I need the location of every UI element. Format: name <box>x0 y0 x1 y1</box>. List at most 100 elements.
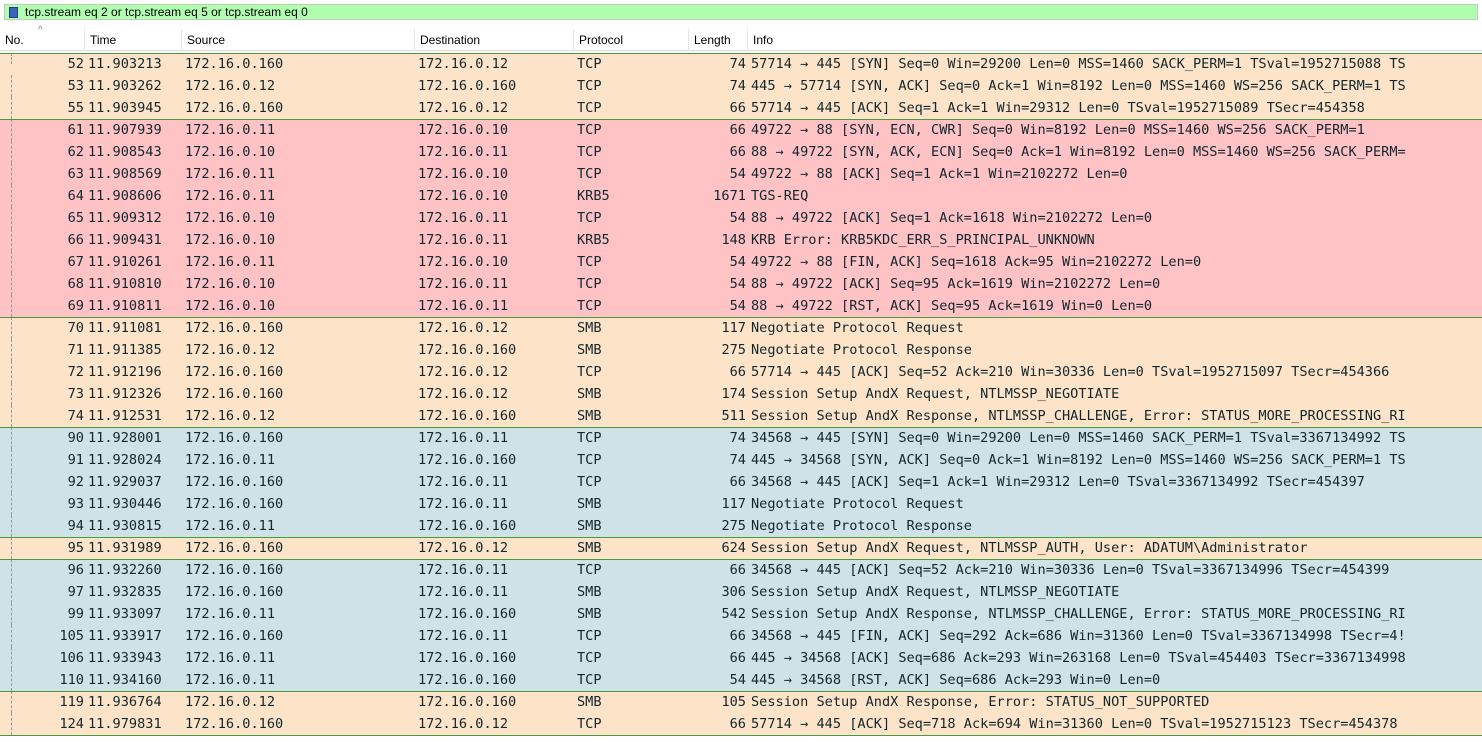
packet-number: 93 <box>67 496 84 512</box>
packet-info: Negotiate Protocol Response <box>751 342 972 358</box>
packet-protocol: TCP <box>577 210 602 226</box>
packet-protocol: TCP <box>577 276 602 292</box>
packet-row[interactable]: 110 11.934160 172.16.0.11 172.16.0.160 TCP 54… <box>0 669 1482 691</box>
packet-length: 1671 <box>713 188 746 204</box>
packet-protocol: KRB5 <box>577 188 610 204</box>
packet-row[interactable]: 90 11.928001 172.16.0.160 172.16.0.11 TCP 74 3… <box>0 427 1482 449</box>
column-header-no[interactable]: No. ^ <box>0 26 84 51</box>
packet-source: 172.16.0.12 <box>185 694 276 710</box>
column-header-destination-label: Destination <box>420 33 481 47</box>
packet-row[interactable]: 53 11.903262 172.16.0.12 172.16.0.160 TCP 74 4… <box>0 75 1482 97</box>
packet-length: 66 <box>729 562 746 578</box>
row-group-separator <box>0 691 1482 692</box>
packet-row[interactable]: 105 11.933917 172.16.0.160 172.16.0.11 TCP 66… <box>0 625 1482 647</box>
packet-number: 62 <box>67 144 84 160</box>
packet-source: 172.16.0.11 <box>185 188 276 204</box>
packet-protocol: TCP <box>577 364 602 380</box>
packet-row[interactable]: 97 11.932835 172.16.0.160 172.16.0.11 SMB 306… <box>0 581 1482 603</box>
display-filter-input[interactable]: tcp.stream eq 2 or tcp.stream eq 5 or tc… <box>4 4 1478 20</box>
packet-info: 445 → 34568 [ACK] Seq=686 Ack=293 Win=26… <box>751 650 1406 666</box>
packet-info: Session Setup AndX Response, Error: STAT… <box>751 694 1210 710</box>
packet-row[interactable]: 99 11.933097 172.16.0.11 172.16.0.160 SMB 542… <box>0 603 1482 625</box>
packet-protocol: TCP <box>577 254 602 270</box>
packet-row[interactable]: 52 11.903213 172.16.0.160 172.16.0.12 TCP 74 5… <box>0 53 1482 75</box>
packet-protocol: TCP <box>577 166 602 182</box>
packet-source: 172.16.0.160 <box>185 540 284 556</box>
packet-number: 65 <box>67 210 84 226</box>
packet-row[interactable]: 63 11.908569 172.16.0.11 172.16.0.10 TCP 54 49… <box>0 163 1482 185</box>
packet-length: 117 <box>721 496 746 512</box>
packet-row[interactable]: 96 11.932260 172.16.0.160 172.16.0.11 TCP 66 3… <box>0 559 1482 581</box>
packet-row[interactable]: 61 11.907939 172.16.0.11 172.16.0.10 TCP 66 49… <box>0 119 1482 141</box>
packet-destination: 172.16.0.12 <box>418 386 509 402</box>
packet-row[interactable]: 71 11.911385 172.16.0.12 172.16.0.160 SMB 275… <box>0 339 1482 361</box>
packet-protocol: TCP <box>577 672 602 688</box>
packet-time: 11.912196 <box>88 364 162 380</box>
packet-destination: 172.16.0.11 <box>418 496 509 512</box>
packet-time: 11.912326 <box>88 386 162 402</box>
packet-row[interactable]: 124 11.979831 172.16.0.160 172.16.0.12 TCP 66… <box>0 713 1482 735</box>
packet-length: 117 <box>721 320 746 336</box>
packet-number: 119 <box>59 694 84 710</box>
packet-source: 172.16.0.160 <box>185 100 284 116</box>
packet-number: 67 <box>67 254 84 270</box>
packet-source: 172.16.0.160 <box>185 56 284 72</box>
packet-protocol: TCP <box>577 650 602 666</box>
packet-destination: 172.16.0.12 <box>418 320 509 336</box>
packet-row[interactable]: 73 11.912326 172.16.0.160 172.16.0.12 SMB 174… <box>0 383 1482 405</box>
packet-number: 70 <box>67 320 84 336</box>
packet-row[interactable]: 92 11.929037 172.16.0.160 172.16.0.11 TCP 66 3… <box>0 471 1482 493</box>
packet-info: Session Setup AndX Response, NTLMSSP_CHA… <box>751 606 1406 622</box>
packet-time: 11.909312 <box>88 210 162 226</box>
packet-info: Negotiate Protocol Request <box>751 320 964 336</box>
packet-row[interactable]: 65 11.909312 172.16.0.10 172.16.0.11 TCP 54 88… <box>0 207 1482 229</box>
column-header-destination[interactable]: Destination <box>414 29 573 51</box>
packet-length: 275 <box>721 342 746 358</box>
packet-info: 88 → 49722 [RST, ACK] Seq=95 Ack=1619 Wi… <box>751 298 1153 314</box>
packet-source: 172.16.0.11 <box>185 518 276 534</box>
packet-row[interactable]: 68 11.910810 172.16.0.10 172.16.0.11 TCP 54 88… <box>0 273 1482 295</box>
packet-row[interactable]: 94 11.930815 172.16.0.11 172.16.0.160 SMB 275… <box>0 515 1482 537</box>
column-header-info[interactable]: Info <box>747 29 1482 51</box>
packet-length: 66 <box>729 716 746 732</box>
packet-time: 11.934160 <box>88 672 162 688</box>
packet-protocol: TCP <box>577 56 602 72</box>
packet-row[interactable]: 74 11.912531 172.16.0.12 172.16.0.160 SMB 511… <box>0 405 1482 427</box>
packet-source: 172.16.0.12 <box>185 342 276 358</box>
packet-protocol: SMB <box>577 408 602 424</box>
packet-number: 72 <box>67 364 84 380</box>
packet-row[interactable]: 69 11.910811 172.16.0.10 172.16.0.11 TCP 54 88… <box>0 295 1482 317</box>
packet-row[interactable]: 67 11.910261 172.16.0.11 172.16.0.10 TCP 54 49… <box>0 251 1482 273</box>
column-header-length[interactable]: Length <box>688 29 747 51</box>
packet-row[interactable]: 106 11.933943 172.16.0.11 172.16.0.160 TCP 66… <box>0 647 1482 669</box>
packet-source: 172.16.0.160 <box>185 562 284 578</box>
packet-info: 57714 → 445 [SYN] Seq=0 Win=29200 Len=0 … <box>751 56 1406 72</box>
column-header-info-label: Info <box>753 33 774 47</box>
column-header-protocol[interactable]: Protocol <box>573 29 688 51</box>
bookmark-icon[interactable] <box>9 7 18 18</box>
packet-length: 54 <box>729 276 746 292</box>
column-header-time[interactable]: Time <box>84 29 181 51</box>
packet-length: 105 <box>721 694 746 710</box>
packet-row[interactable]: 66 11.909431 172.16.0.10 172.16.0.11 KRB5 148… <box>0 229 1482 251</box>
packet-row[interactable]: 70 11.911081 172.16.0.160 172.16.0.12 SMB 117… <box>0 317 1482 339</box>
packet-row[interactable]: 119 11.936764 172.16.0.12 172.16.0.160 SMB 10… <box>0 691 1482 713</box>
packet-number: 94 <box>67 518 84 534</box>
packet-protocol: SMB <box>577 606 602 622</box>
packet-source: 172.16.0.11 <box>185 452 276 468</box>
packet-row[interactable]: 55 11.903945 172.16.0.160 172.16.0.12 TCP 66 5… <box>0 97 1482 119</box>
packet-row[interactable]: 91 11.928024 172.16.0.11 172.16.0.160 TCP 74 4… <box>0 449 1482 471</box>
packet-info: 34568 → 445 [FIN, ACK] Seq=292 Ack=686 W… <box>751 628 1406 644</box>
packet-row[interactable]: 93 11.930446 172.16.0.160 172.16.0.11 SMB 117… <box>0 493 1482 515</box>
packet-row[interactable]: 64 11.908606 172.16.0.11 172.16.0.10 KRB5 167… <box>0 185 1482 207</box>
packet-time: 11.931989 <box>88 540 162 556</box>
packet-row[interactable]: 62 11.908543 172.16.0.10 172.16.0.11 TCP 66 88… <box>0 141 1482 163</box>
packet-info: 88 → 49722 [ACK] Seq=1 Ack=1618 Win=2102… <box>751 210 1153 226</box>
packet-time: 11.911081 <box>88 320 162 336</box>
column-header-source[interactable]: Source <box>181 29 414 51</box>
packet-destination: 172.16.0.160 <box>418 518 517 534</box>
packet-destination: 172.16.0.11 <box>418 210 509 226</box>
packet-row[interactable]: 95 11.931989 172.16.0.160 172.16.0.12 SMB 624… <box>0 537 1482 559</box>
packet-row[interactable]: 72 11.912196 172.16.0.160 172.16.0.12 TCP 66 5… <box>0 361 1482 383</box>
packet-number: 66 <box>67 232 84 248</box>
